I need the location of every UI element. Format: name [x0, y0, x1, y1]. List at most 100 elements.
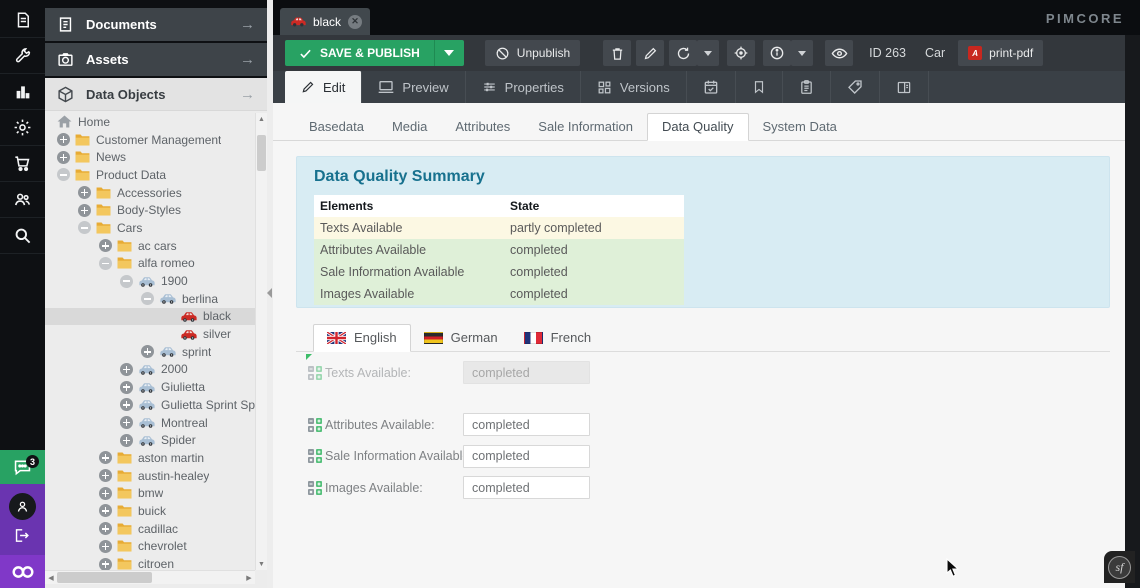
tree-item[interactable]: Cars	[45, 219, 255, 237]
scroll-right-arrow[interactable]: ▶	[243, 571, 255, 584]
tree-expander-icon[interactable]	[120, 434, 133, 447]
rename-button[interactable]	[636, 40, 664, 66]
rail-menu-button[interactable]	[0, 2, 45, 38]
tree-item[interactable]: Product Data	[45, 166, 255, 184]
user-avatar[interactable]	[9, 493, 36, 520]
save-publish-split-button[interactable]: SAVE & PUBLISH	[285, 40, 464, 66]
tree-item[interactable]: cadillac	[45, 520, 255, 538]
language-tab[interactable]: German	[411, 325, 511, 351]
expand-arrow-icon[interactable]: →	[240, 51, 255, 68]
tree-item[interactable]: austin-healey	[45, 467, 255, 485]
editor-icon-tab[interactable]	[880, 71, 929, 103]
tree-item[interactable]: 2000	[45, 361, 255, 379]
language-tab[interactable]: French	[511, 325, 604, 351]
reload-button[interactable]	[669, 40, 697, 66]
tree-item[interactable]: Spider	[45, 431, 255, 449]
tree-expander-icon[interactable]	[99, 451, 112, 464]
rail-menu-button[interactable]	[0, 74, 45, 110]
tree-expander-icon[interactable]	[78, 204, 91, 217]
tree-item[interactable]: Gulietta Sprint Specia	[45, 396, 255, 414]
tree-expander-icon[interactable]	[99, 558, 112, 570]
field-value-input[interactable]: completed	[463, 361, 590, 384]
field-value-input[interactable]: completed	[463, 413, 590, 436]
tree-item[interactable]: Home	[45, 113, 255, 131]
tree-expander-icon[interactable]	[120, 416, 133, 429]
tree-item[interactable]: Montreal	[45, 414, 255, 432]
tree-expander-icon[interactable]	[99, 504, 112, 517]
scroll-down-arrow[interactable]: ▼	[256, 558, 267, 570]
tree-expander-icon[interactable]	[120, 363, 133, 376]
save-options-caret[interactable]	[434, 40, 464, 66]
panel-header-assets[interactable]: Assets →	[45, 43, 267, 76]
editor-tab[interactable]: Versions	[581, 71, 687, 103]
tree-item[interactable]: silver	[45, 325, 255, 343]
tree-item[interactable]: bmw	[45, 484, 255, 502]
scroll-left-arrow[interactable]: ◀	[45, 571, 57, 584]
rail-menu-button[interactable]	[0, 146, 45, 182]
tree-item[interactable]: 1900	[45, 272, 255, 290]
delete-button[interactable]	[603, 40, 631, 66]
content-tab[interactable]: System Data	[749, 114, 851, 140]
open-preview-button[interactable]	[825, 40, 853, 66]
tree-expander-icon[interactable]	[57, 151, 70, 164]
tree-item[interactable]: Body-Styles	[45, 201, 255, 219]
tree-horizontal-scrollbar[interactable]: ◀ ▶	[45, 570, 255, 584]
pimcore-logo[interactable]	[0, 555, 45, 588]
tree-expander-icon[interactable]	[78, 186, 91, 199]
content-tab[interactable]: Media	[378, 114, 441, 140]
logout-button[interactable]	[13, 527, 30, 549]
tree-expander-icon[interactable]	[141, 292, 154, 305]
tree-item[interactable]: Giulietta	[45, 378, 255, 396]
editor-tab[interactable]: Edit	[285, 71, 362, 103]
tree-expander-icon[interactable]	[99, 487, 112, 500]
tree-item[interactable]: ac cars	[45, 237, 255, 255]
rail-menu-button[interactable]	[0, 182, 45, 218]
tree-expander-icon[interactable]	[99, 540, 112, 553]
editor-icon-tab[interactable]	[831, 71, 880, 103]
tree-vertical-scrollbar[interactable]: ▲ ▼	[255, 113, 267, 570]
collapse-handle-icon[interactable]	[267, 288, 272, 298]
tree-item[interactable]: Customer Management	[45, 131, 255, 149]
content-tab[interactable]: Sale Information	[524, 114, 647, 140]
tree-expander-icon[interactable]	[120, 275, 133, 288]
scrollbar-thumb[interactable]	[57, 572, 152, 583]
field-value-input[interactable]: completed	[463, 445, 590, 468]
panel-splitter[interactable]	[267, 0, 273, 588]
tree-expander-icon[interactable]	[99, 522, 112, 535]
save-publish-button[interactable]: SAVE & PUBLISH	[285, 40, 434, 66]
tree-expander-icon[interactable]	[141, 345, 154, 358]
tree-item[interactable]: Accessories	[45, 184, 255, 202]
symfony-debug-toolbar-button[interactable]: sf	[1104, 551, 1135, 583]
panel-header-data-objects[interactable]: Data Objects →	[45, 78, 267, 111]
tree-item[interactable]: aston martin	[45, 449, 255, 467]
content-tab[interactable]: Basedata	[295, 114, 378, 140]
tree-item[interactable]: buick	[45, 502, 255, 520]
content-tab[interactable]: Attributes	[441, 114, 524, 140]
tree-expander-icon[interactable]	[120, 398, 133, 411]
print-pdf-button[interactable]: A print-pdf	[958, 40, 1043, 66]
open-object-tab[interactable]: black ✕	[280, 8, 370, 35]
chat-button[interactable]: 3	[0, 450, 45, 484]
content-tab[interactable]: Data Quality	[647, 113, 749, 141]
tree-item[interactable]: alfa romeo	[45, 255, 255, 273]
rail-menu-button[interactable]	[0, 218, 45, 254]
editor-icon-tab[interactable]	[687, 71, 736, 103]
scroll-up-arrow[interactable]: ▲	[256, 113, 267, 125]
close-tab-icon[interactable]: ✕	[348, 15, 362, 29]
unpublish-button[interactable]: Unpublish	[485, 40, 580, 66]
tree-item[interactable]: chevrolet	[45, 538, 255, 556]
rail-menu-button[interactable]	[0, 110, 45, 146]
editor-icon-tab[interactable]	[736, 71, 783, 103]
tree-item[interactable]: citroen	[45, 555, 255, 570]
tree-item[interactable]: black	[45, 308, 255, 326]
expand-arrow-icon[interactable]: →	[240, 86, 255, 103]
scrollbar-thumb[interactable]	[257, 135, 266, 171]
field-value-input[interactable]: completed	[463, 476, 590, 499]
language-tab[interactable]: English	[313, 324, 411, 352]
info-button[interactable]	[763, 40, 791, 66]
tree-expander-icon[interactable]	[78, 221, 91, 234]
reload-options-caret[interactable]	[697, 40, 719, 66]
expand-arrow-icon[interactable]: →	[240, 16, 255, 33]
tree-item[interactable]: sprint	[45, 343, 255, 361]
locate-in-tree-button[interactable]	[727, 40, 755, 66]
